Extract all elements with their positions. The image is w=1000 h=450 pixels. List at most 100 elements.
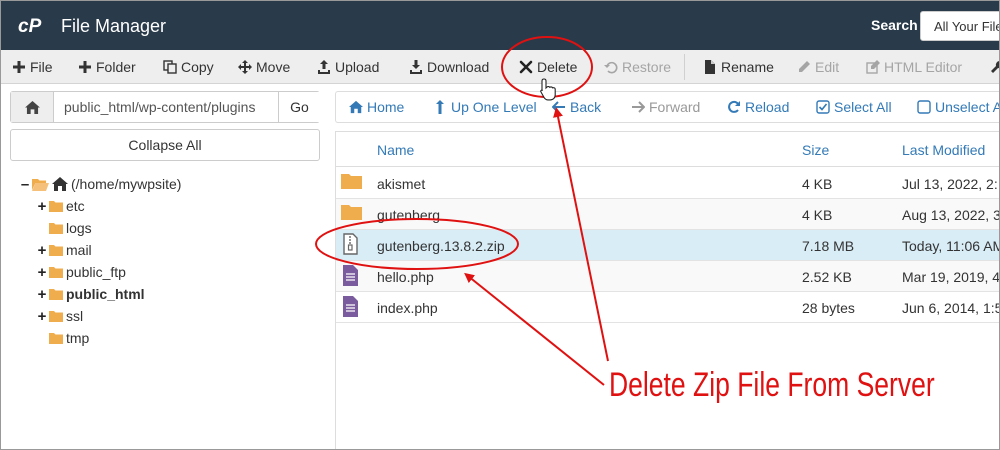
toolbar-label: Edit xyxy=(815,59,840,75)
column-header-name[interactable]: Name xyxy=(377,142,414,158)
tree-item-mail[interactable]: + mail xyxy=(36,240,92,260)
toolbar-label: Folder xyxy=(96,59,136,75)
tree-item-ssl[interactable]: + ssl xyxy=(36,306,84,326)
svg-text:cP: cP xyxy=(18,16,42,37)
nav-up-one-level-button[interactable]: Up One Level xyxy=(433,92,537,122)
copy-button[interactable]: Copy xyxy=(163,50,214,84)
file-name: hello.php xyxy=(377,269,434,285)
folder-open-icon xyxy=(32,178,49,191)
tree-item-label: public_html xyxy=(66,286,145,302)
table-row[interactable]: gutenberg 4 KB Aug 13, 2022, 3 xyxy=(336,199,1000,230)
close-icon xyxy=(519,60,533,74)
search-scope-select[interactable]: All Your Files xyxy=(920,11,1000,41)
tree-item-label: etc xyxy=(66,198,85,214)
copy-icon xyxy=(163,60,177,74)
nav-label: Select All xyxy=(834,99,892,115)
nav-label: Unselect All xyxy=(935,99,1000,115)
tree-item-label: tmp xyxy=(66,330,90,346)
tree-toggle[interactable]: – xyxy=(19,176,31,193)
file-modified: Today, 11:06 AM xyxy=(902,238,1000,254)
tree-toggle[interactable]: + xyxy=(36,286,48,303)
search-label: Search xyxy=(871,17,918,33)
new-file-button[interactable]: File xyxy=(12,50,53,84)
nav-label: Reload xyxy=(745,99,790,115)
app-title: File Manager xyxy=(61,16,167,36)
folder-icon xyxy=(341,205,362,220)
toolbar-label: Download xyxy=(427,59,490,75)
file-modified: Aug 13, 2022, 3 xyxy=(902,207,1000,223)
checkbox-empty-icon xyxy=(917,100,931,114)
tree-toggle[interactable]: + xyxy=(36,242,48,259)
table-row-selected[interactable]: gutenberg.13.8.2.zip 7.18 MB Today, 11:0… xyxy=(336,230,1000,261)
toolbar-label: Restore xyxy=(622,59,672,75)
file-modified: Jul 13, 2022, 2: xyxy=(902,176,998,192)
tree-item-tmp[interactable]: tmp xyxy=(36,328,89,348)
tree-item-label: mail xyxy=(66,242,92,258)
tree-toggle[interactable]: + xyxy=(36,198,48,215)
reload-icon xyxy=(728,100,740,113)
tree-toggle[interactable]: + xyxy=(36,264,48,281)
nav-label: Back xyxy=(570,99,602,115)
download-button[interactable]: Download xyxy=(409,50,489,84)
folder-icon xyxy=(49,201,63,212)
tree-item-logs[interactable]: logs xyxy=(36,218,92,238)
cpanel-logo-icon: cP xyxy=(18,16,42,37)
php-file-icon xyxy=(343,265,358,286)
column-header-last-modified[interactable]: Last Modified xyxy=(902,142,985,158)
restore-button[interactable]: Restore xyxy=(604,50,671,84)
rename-button[interactable]: Rename xyxy=(703,50,774,84)
column-header-size[interactable]: Size xyxy=(802,142,829,158)
delete-button[interactable]: Delete xyxy=(519,50,577,84)
collapse-all-button[interactable]: Collapse All xyxy=(10,129,320,161)
toolbar-label: Move xyxy=(256,59,291,75)
nav-reload-button[interactable]: Reload xyxy=(727,92,789,122)
toolbar-label: Copy xyxy=(181,59,214,75)
navigation-bar: Home Up One Level Back Forward Reload Se… xyxy=(335,91,1000,123)
table-row[interactable]: hello.php 2.52 KB Mar 19, 2019, 4 xyxy=(336,261,1000,292)
go-button[interactable]: Go xyxy=(278,92,320,122)
toolbar-overflow-button[interactable] xyxy=(990,50,1000,84)
wrench-icon xyxy=(991,61,1000,73)
nav-label: Home xyxy=(367,99,405,115)
level-up-icon xyxy=(436,100,444,114)
file-size: 7.18 MB xyxy=(802,238,855,254)
home-icon xyxy=(52,177,68,191)
path-home-button[interactable] xyxy=(11,92,54,122)
plus-icon xyxy=(79,61,91,73)
nav-home-button[interactable]: Home xyxy=(349,92,404,122)
nav-back-button[interactable]: Back xyxy=(552,92,601,122)
folder-icon xyxy=(49,311,63,322)
nav-forward-button[interactable]: Forward xyxy=(631,92,700,122)
arrow-right-icon xyxy=(632,101,645,113)
tree-item-public-ftp[interactable]: + public_ftp xyxy=(36,262,126,282)
file-icon xyxy=(705,60,715,74)
tree-item-public-html[interactable]: + public_html xyxy=(36,284,145,304)
tree-toggle[interactable]: + xyxy=(36,308,48,325)
folder-icon xyxy=(341,174,362,189)
nav-unselect-all-button[interactable]: Unselect All xyxy=(917,92,1000,122)
move-button[interactable]: Move xyxy=(238,50,290,84)
html-editor-button[interactable]: HTML Editor xyxy=(866,50,962,84)
upload-button[interactable]: Upload xyxy=(317,50,379,84)
edit-button[interactable]: Edit xyxy=(797,50,839,84)
edit-square-icon xyxy=(866,60,880,74)
table-row[interactable]: index.php 28 bytes Jun 6, 2014, 1:5 xyxy=(336,292,1000,323)
tree-item-label: ssl xyxy=(66,308,84,324)
restore-icon xyxy=(604,61,618,74)
toolbar-label: HTML Editor xyxy=(884,59,963,75)
home-icon xyxy=(349,100,363,114)
nav-select-all-button[interactable]: Select All xyxy=(816,92,892,122)
file-name: gutenberg xyxy=(377,207,441,223)
new-folder-button[interactable]: Folder xyxy=(78,50,136,84)
file-size: 2.52 KB xyxy=(802,269,852,285)
file-modified: Jun 6, 2014, 1:5 xyxy=(902,300,1000,316)
toolbar: File Folder Copy Move Upload Download De… xyxy=(0,50,1000,84)
folder-icon xyxy=(49,245,63,256)
nav-label: Up One Level xyxy=(451,99,537,115)
file-modified: Mar 19, 2019, 4 xyxy=(902,269,1000,285)
folder-icon xyxy=(49,333,63,344)
tree-item-etc[interactable]: + etc xyxy=(36,196,85,216)
path-input[interactable]: public_html/wp-content/plugins xyxy=(64,99,278,115)
tree-item-home[interactable]: – (/home/mywpsite) xyxy=(19,174,182,194)
table-row[interactable]: akismet 4 KB Jul 13, 2022, 2: xyxy=(336,168,1000,199)
